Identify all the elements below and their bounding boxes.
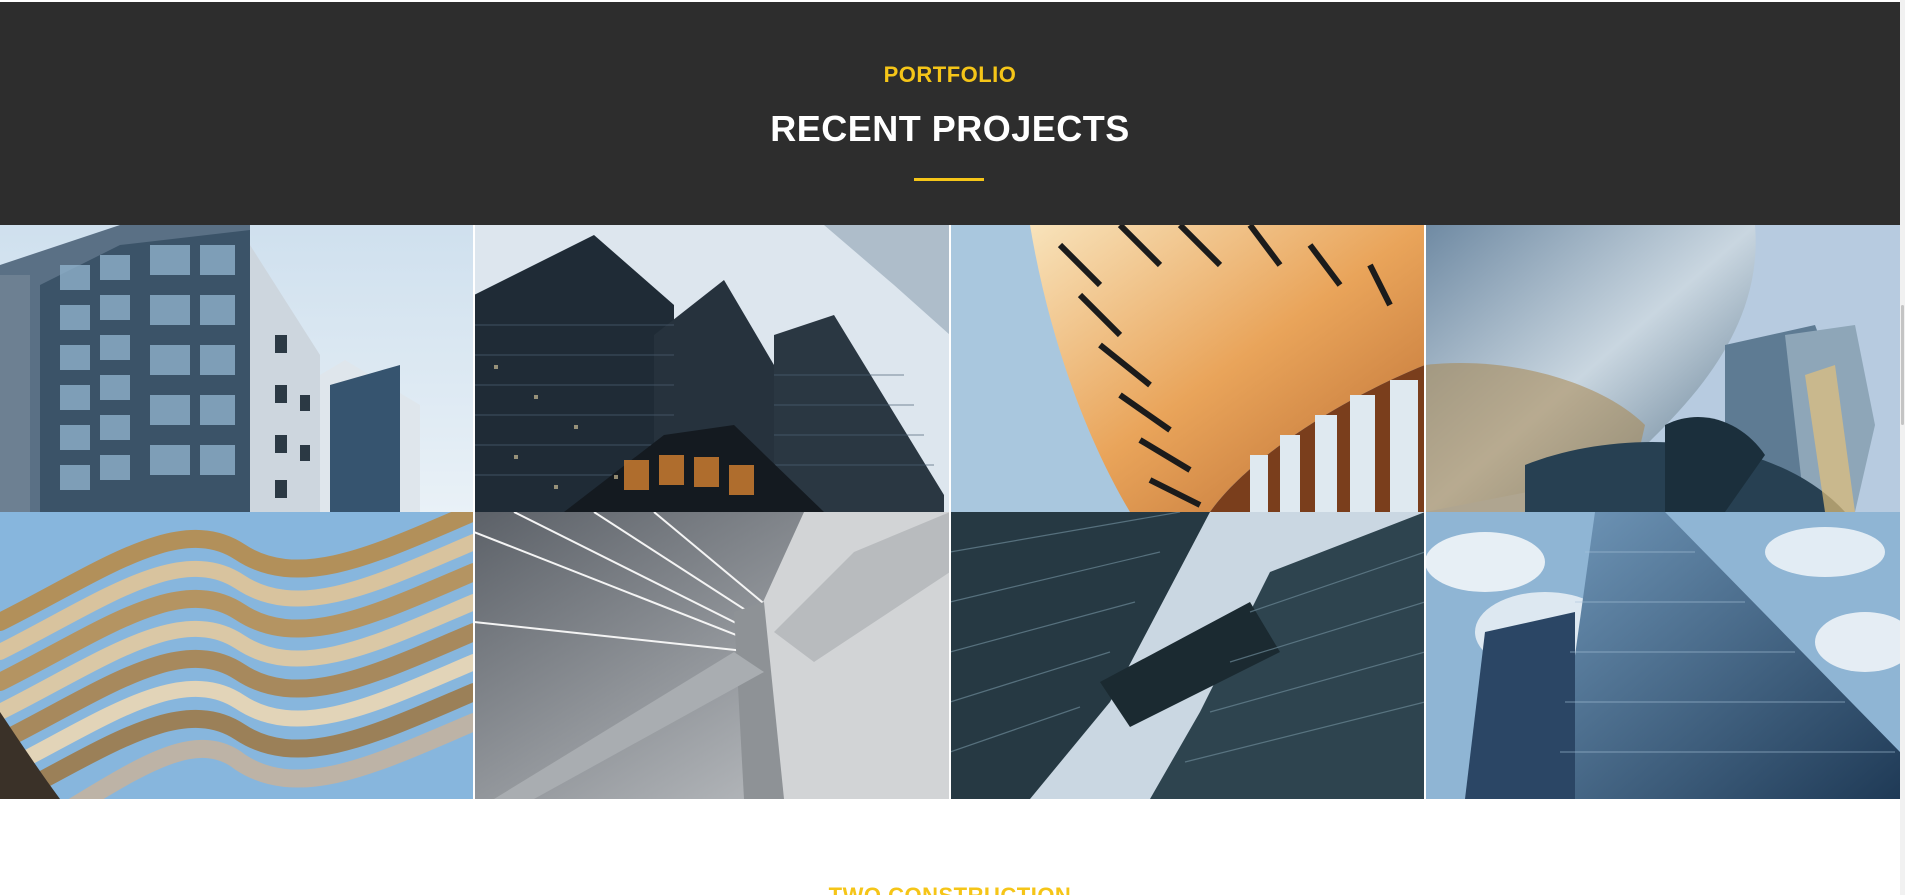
project-tile-3[interactable] bbox=[950, 225, 1425, 512]
project-tile-4[interactable] bbox=[1425, 225, 1900, 512]
project-tile-2[interactable] bbox=[474, 225, 950, 512]
project-image-4 bbox=[1425, 225, 1900, 512]
page-scrollbar[interactable] bbox=[1900, 0, 1905, 895]
project-image-7 bbox=[950, 512, 1425, 799]
project-image-8 bbox=[1425, 512, 1900, 799]
project-tile-8[interactable] bbox=[1425, 512, 1900, 799]
section-title: RECENT PROJECTS bbox=[770, 108, 1130, 149]
title-underline bbox=[914, 178, 984, 181]
project-image-3 bbox=[950, 225, 1425, 512]
portfolio-header: PORTFOLIO RECENT PROJECTS bbox=[0, 2, 1900, 225]
grid-gap-1 bbox=[473, 225, 475, 799]
project-image-2 bbox=[474, 225, 950, 512]
project-image-1 bbox=[0, 225, 474, 512]
grid-gap-2 bbox=[949, 225, 951, 799]
project-image-6 bbox=[474, 512, 950, 799]
section-eyebrow: PORTFOLIO bbox=[883, 62, 1017, 87]
page-scrollbar-thumb[interactable] bbox=[1901, 305, 1904, 425]
project-tile-1[interactable] bbox=[0, 225, 474, 512]
project-tile-5[interactable] bbox=[0, 512, 474, 799]
project-tile-7[interactable] bbox=[950, 512, 1425, 799]
project-image-5 bbox=[0, 512, 474, 799]
project-tile-6[interactable] bbox=[474, 512, 950, 799]
grid-gap-3 bbox=[1424, 225, 1426, 799]
next-section-eyebrow: TWO CONSTRUCTION bbox=[0, 886, 1900, 895]
